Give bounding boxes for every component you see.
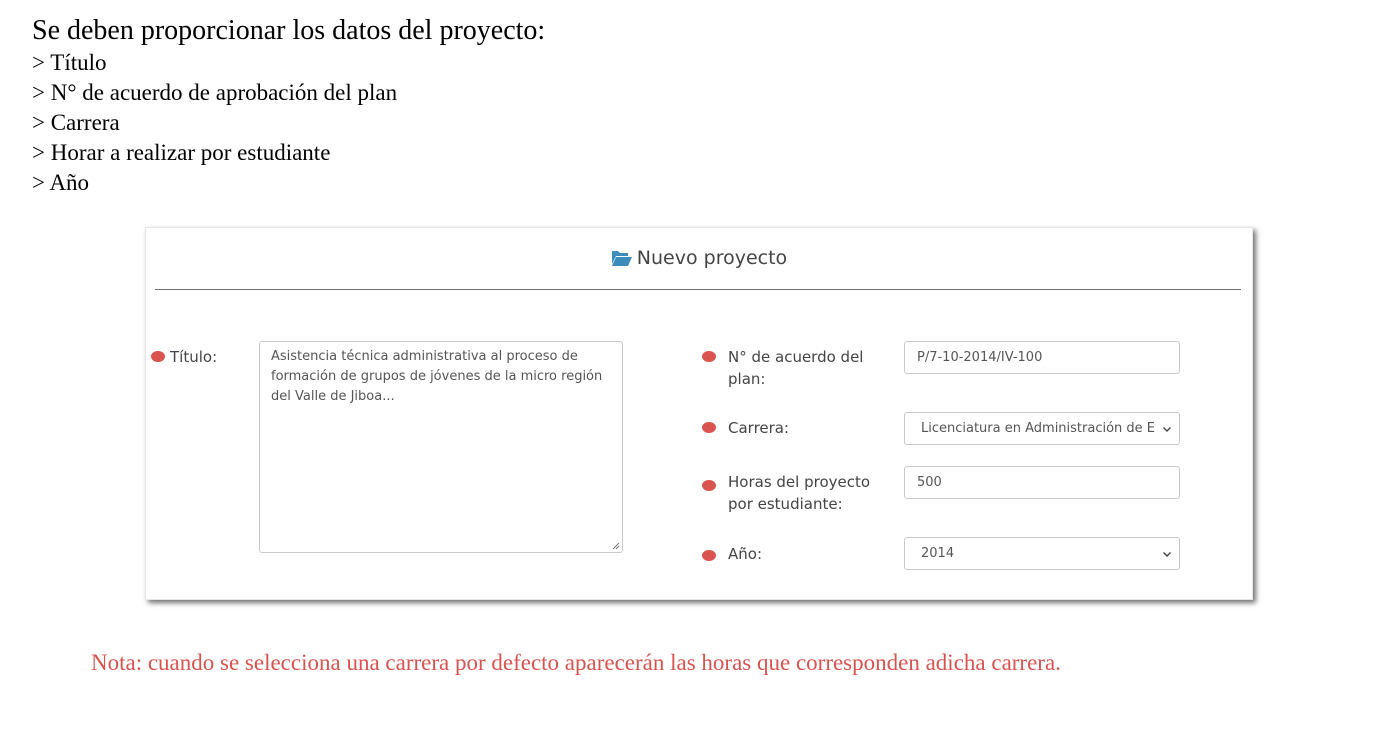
titulo-value: Asistencia técnica administrativa al pro… xyxy=(271,349,603,404)
instructions-item: > Año xyxy=(32,170,90,195)
new-project-form: Nuevo proyecto Título: Asistencia técnic… xyxy=(145,227,1253,600)
anio-select[interactable]: 2014 xyxy=(904,537,1180,570)
instructions-item: > N° de acuerdo de aprobación del plan xyxy=(32,80,398,105)
required-indicator xyxy=(702,550,716,561)
acuerdo-label: N° de acuerdo del plan: xyxy=(728,348,864,388)
titulo-label: Título: xyxy=(170,348,218,366)
form-header: Nuevo proyecto xyxy=(146,244,1252,272)
instructions-item: > Título xyxy=(32,50,107,75)
anio-value: 2014 xyxy=(921,546,955,561)
horas-input[interactable]: 500 xyxy=(904,466,1180,499)
header-divider xyxy=(155,289,1241,290)
required-indicator xyxy=(151,351,165,362)
chevron-down-icon xyxy=(1163,552,1171,557)
carrera-value: Licenciatura en Administración de E xyxy=(921,421,1156,436)
acuerdo-input[interactable]: P/7-10-2014/IV-100 xyxy=(904,341,1180,374)
carrera-label: Carrera: xyxy=(728,419,790,437)
horas-value: 500 xyxy=(917,475,942,490)
horas-label: Horas del proyecto por estudiante: xyxy=(728,473,871,513)
instructions-title: Se deben proporcionar los datos del proy… xyxy=(32,15,546,46)
folder-open-icon xyxy=(611,251,632,266)
instructions-item: > Horar a realizar por estudiante xyxy=(32,140,331,165)
acuerdo-value: P/7-10-2014/IV-100 xyxy=(917,350,1043,365)
note-text: Nota: cuando se selecciona una carrera p… xyxy=(91,650,1061,675)
required-indicator xyxy=(702,480,716,491)
required-indicator xyxy=(702,351,716,362)
instructions: Se deben proporcionar los datos del proy… xyxy=(32,14,545,198)
form-title: Nuevo proyecto xyxy=(636,247,788,269)
carrera-select[interactable]: Licenciatura en Administración de E xyxy=(904,412,1180,445)
resize-grip-icon[interactable] xyxy=(612,542,620,550)
chevron-down-icon xyxy=(1163,427,1171,432)
anio-label: Año: xyxy=(728,545,762,563)
instructions-list: > Título > N° de acuerdo de aprobación d… xyxy=(32,48,545,198)
required-indicator xyxy=(702,422,716,433)
titulo-textarea[interactable]: Asistencia técnica administrativa al pro… xyxy=(259,341,623,553)
instructions-item: > Carrera xyxy=(32,110,120,135)
